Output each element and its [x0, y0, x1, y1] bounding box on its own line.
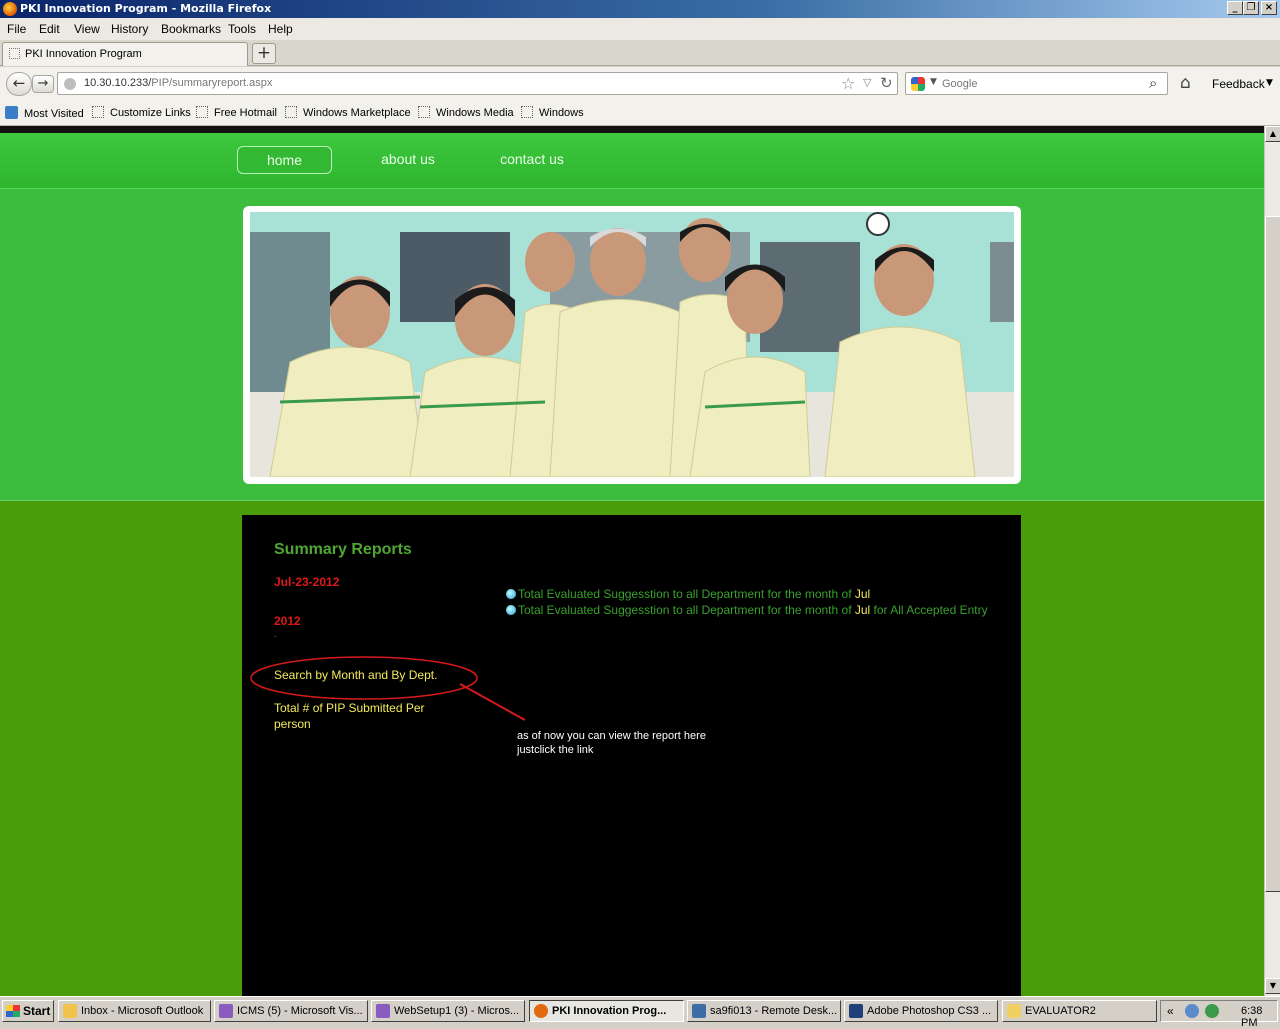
bookmark-icon — [418, 106, 430, 118]
back-button[interactable]: ← — [6, 72, 32, 96]
title-bar: PKI Innovation Program - Mozilla Firefox… — [0, 0, 1280, 18]
firefox-icon — [3, 2, 17, 16]
menu-bar: File Edit View History Bookmarks Tools H… — [0, 18, 1280, 40]
separator-dot: . — [274, 630, 277, 639]
site-nav: home about us contact us — [0, 133, 1264, 189]
url-dropdown-icon[interactable]: ▽ — [863, 76, 871, 89]
remote-desktop-icon — [692, 1004, 706, 1018]
feedback-button[interactable]: Feedback — [1212, 77, 1265, 91]
scroll-down-button[interactable]: ▼ — [1265, 978, 1280, 994]
report-link-accepted[interactable]: Total Evaluated Suggesstion to all Depar… — [506, 602, 1006, 618]
nav-contact-us[interactable]: contact us — [492, 146, 572, 174]
minimize-button[interactable]: _ — [1227, 1, 1243, 15]
tab-pki-innovation[interactable]: PKI Innovation Program — [2, 42, 248, 66]
report-date: Jul-23-2012 — [274, 575, 340, 589]
nav-about-us[interactable]: about us — [368, 146, 448, 174]
search-engine-dropdown-icon[interactable]: ▼ — [930, 77, 937, 87]
network-icon[interactable] — [1185, 1004, 1199, 1018]
system-tray: « 6:38 PM — [1160, 1000, 1278, 1029]
menu-edit[interactable]: Edit — [39, 22, 60, 36]
tab-label: PKI Innovation Program — [25, 48, 142, 60]
section-title: Summary Reports — [274, 541, 412, 558]
chevron-down-icon[interactable]: ▼ — [1266, 78, 1273, 88]
window-title: PKI Innovation Program - Mozilla Firefox — [20, 2, 272, 15]
tray-expand-icon[interactable]: « — [1167, 1004, 1174, 1018]
annotation-ellipse — [250, 656, 526, 721]
menu-file[interactable]: File — [7, 22, 26, 36]
annotation-line-2: justclick the link — [517, 744, 594, 756]
report-year: 2012 — [274, 614, 301, 628]
vertical-scrollbar[interactable]: ▲ ▼ — [1264, 126, 1280, 996]
page-icon — [9, 48, 20, 59]
bookmark-customize-links[interactable]: Customize Links — [92, 106, 191, 119]
bookmark-most-visited[interactable]: Most Visited — [5, 106, 84, 120]
globe-icon[interactable] — [1205, 1004, 1219, 1018]
firefox-icon — [534, 1004, 548, 1018]
search-placeholder: Google — [942, 78, 978, 90]
navigation-toolbar: ← → 10.30.10.233/PIP/summaryreport.aspx … — [0, 67, 1280, 101]
bullet-icon — [506, 605, 516, 615]
globe-icon — [64, 78, 76, 90]
most-visited-icon — [5, 106, 18, 119]
bookmark-windows[interactable]: Windows — [521, 106, 584, 119]
report-links: Total Evaluated Suggesstion to all Depar… — [506, 586, 1006, 618]
menu-tools[interactable]: Tools — [228, 22, 256, 36]
annotation-note: as of now you can view the report here j… — [517, 729, 706, 757]
bookmark-icon — [196, 106, 208, 118]
bookmark-icon — [521, 106, 533, 118]
url-text: 10.30.10.233/PIP/summaryreport.aspx — [84, 77, 273, 89]
visual-studio-icon — [219, 1004, 233, 1018]
bookmark-star-icon[interactable]: ☆ — [841, 74, 855, 93]
tab-bar: PKI Innovation Program + — [0, 40, 1280, 66]
bookmark-windows-media[interactable]: Windows Media — [418, 106, 514, 119]
visual-studio-icon — [376, 1004, 390, 1018]
address-bar[interactable]: 10.30.10.233/PIP/summaryreport.aspx ☆ ▽ … — [57, 72, 898, 95]
task-remote-desktop[interactable]: sa9fi013 - Remote Desk... — [687, 1000, 841, 1022]
clock: 6:38 PM — [1241, 1005, 1263, 1029]
bookmark-icon — [92, 106, 104, 118]
close-button[interactable]: × — [1261, 1, 1277, 15]
bookmarks-toolbar: Most Visited Customize Links Free Hotmai… — [0, 101, 1280, 126]
task-photoshop[interactable]: Adobe Photoshop CS3 ... — [844, 1000, 998, 1022]
task-pki-innovation[interactable]: PKI Innovation Prog... — [529, 1000, 684, 1022]
start-button[interactable]: Start — [2, 1000, 54, 1022]
report-link-month[interactable]: Total Evaluated Suggesstion to all Depar… — [506, 586, 1006, 602]
scroll-thumb[interactable] — [1265, 216, 1280, 892]
menu-bookmarks[interactable]: Bookmarks — [161, 22, 221, 36]
task-websetup[interactable]: WebSetup1 (3) - Micros... — [371, 1000, 525, 1022]
menu-history[interactable]: History — [111, 22, 148, 36]
search-bar[interactable]: ▼ Google ⌕ — [905, 72, 1168, 95]
nav-home[interactable]: home — [237, 146, 332, 174]
task-evaluator2[interactable]: EVALUATOR2 — [1002, 1000, 1157, 1022]
bookmark-windows-marketplace[interactable]: Windows Marketplace — [285, 106, 411, 119]
page-content: home about us contact us Summary Reports… — [0, 126, 1264, 996]
folder-icon — [1007, 1004, 1021, 1018]
menu-view[interactable]: View — [74, 22, 100, 36]
home-icon[interactable]: ⌂ — [1180, 73, 1191, 93]
menu-help[interactable]: Help — [268, 22, 293, 36]
google-icon[interactable] — [911, 77, 925, 91]
task-icms[interactable]: ICMS (5) - Microsoft Vis... — [214, 1000, 368, 1022]
photoshop-icon — [849, 1004, 863, 1018]
bullet-icon — [506, 589, 516, 599]
forward-button[interactable]: → — [32, 75, 54, 93]
restore-button[interactable]: ❐ — [1243, 1, 1259, 15]
task-outlook[interactable]: Inbox - Microsoft Outlook — [58, 1000, 211, 1022]
windows-logo-icon — [6, 1005, 20, 1017]
annotation-line-1: as of now you can view the report here — [517, 730, 706, 742]
bookmark-free-hotmail[interactable]: Free Hotmail — [196, 106, 277, 119]
taskbar: Start Inbox - Microsoft Outlook ICMS (5)… — [0, 996, 1280, 1029]
search-icon[interactable]: ⌕ — [1149, 74, 1157, 92]
team-photo — [250, 212, 1014, 477]
outlook-icon — [63, 1004, 77, 1018]
reload-icon[interactable]: ↻ — [880, 74, 893, 92]
new-tab-button[interactable]: + — [252, 43, 276, 64]
top-strip — [0, 126, 1264, 133]
scroll-up-button[interactable]: ▲ — [1265, 126, 1280, 142]
bookmark-icon — [285, 106, 297, 118]
